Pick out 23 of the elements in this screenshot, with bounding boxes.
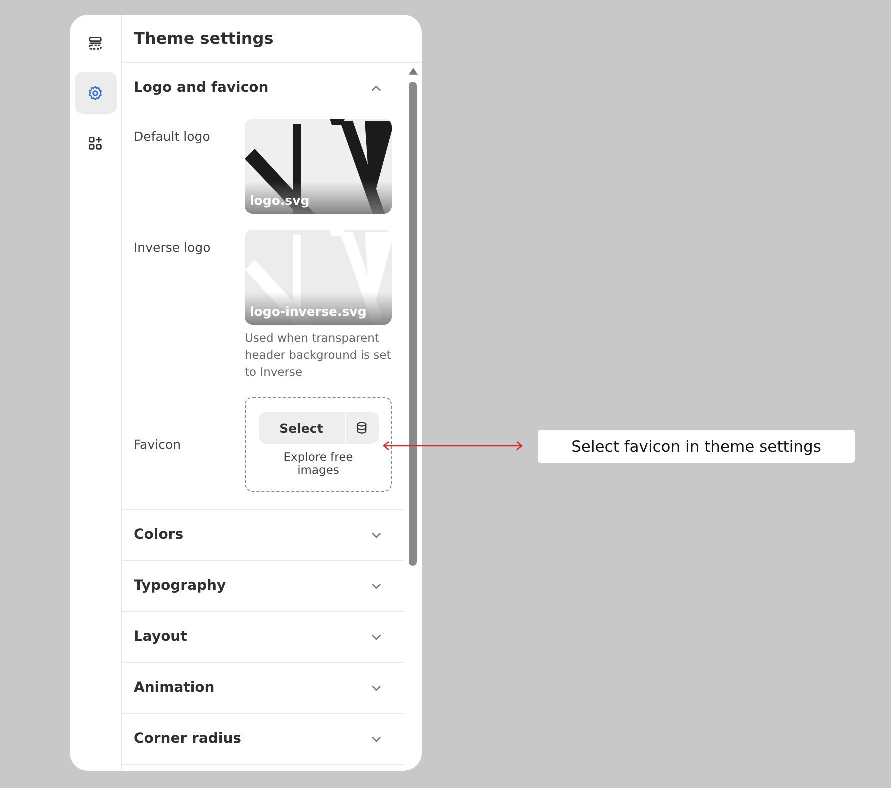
database-icon [355,421,369,435]
section-header[interactable]: Typography [122,561,404,611]
scroll-up-icon[interactable] [409,68,418,75]
help-text: Used when transparent header background is set to Inverse [245,330,392,381]
section-header[interactable]: Logo and favicon [122,63,404,113]
settings-icon [87,84,104,102]
field-label: Default logo [134,128,212,146]
select-button[interactable]: Select [258,412,344,444]
field-label: Favicon [134,437,182,452]
callout-label: Select favicon in theme settings [538,430,855,463]
section-header[interactable]: Colors [122,510,404,560]
apps-icon [87,134,104,152]
explore-link[interactable]: Explore free images [274,451,364,477]
file-name: logo-inverse.svg [250,304,367,319]
upload-area[interactable]: Select Explore free images [245,397,392,492]
field-label: Inverse logo [134,239,212,257]
section-header[interactable]: Animation [122,663,404,713]
panel-title: Theme settings [134,29,274,48]
library-button[interactable] [346,412,378,444]
section-header[interactable]: Layout [122,612,404,662]
section-header[interactable]: Corner radius [122,714,404,764]
scrollbar-thumb[interactable] [409,82,418,566]
sections-icon [87,34,104,52]
